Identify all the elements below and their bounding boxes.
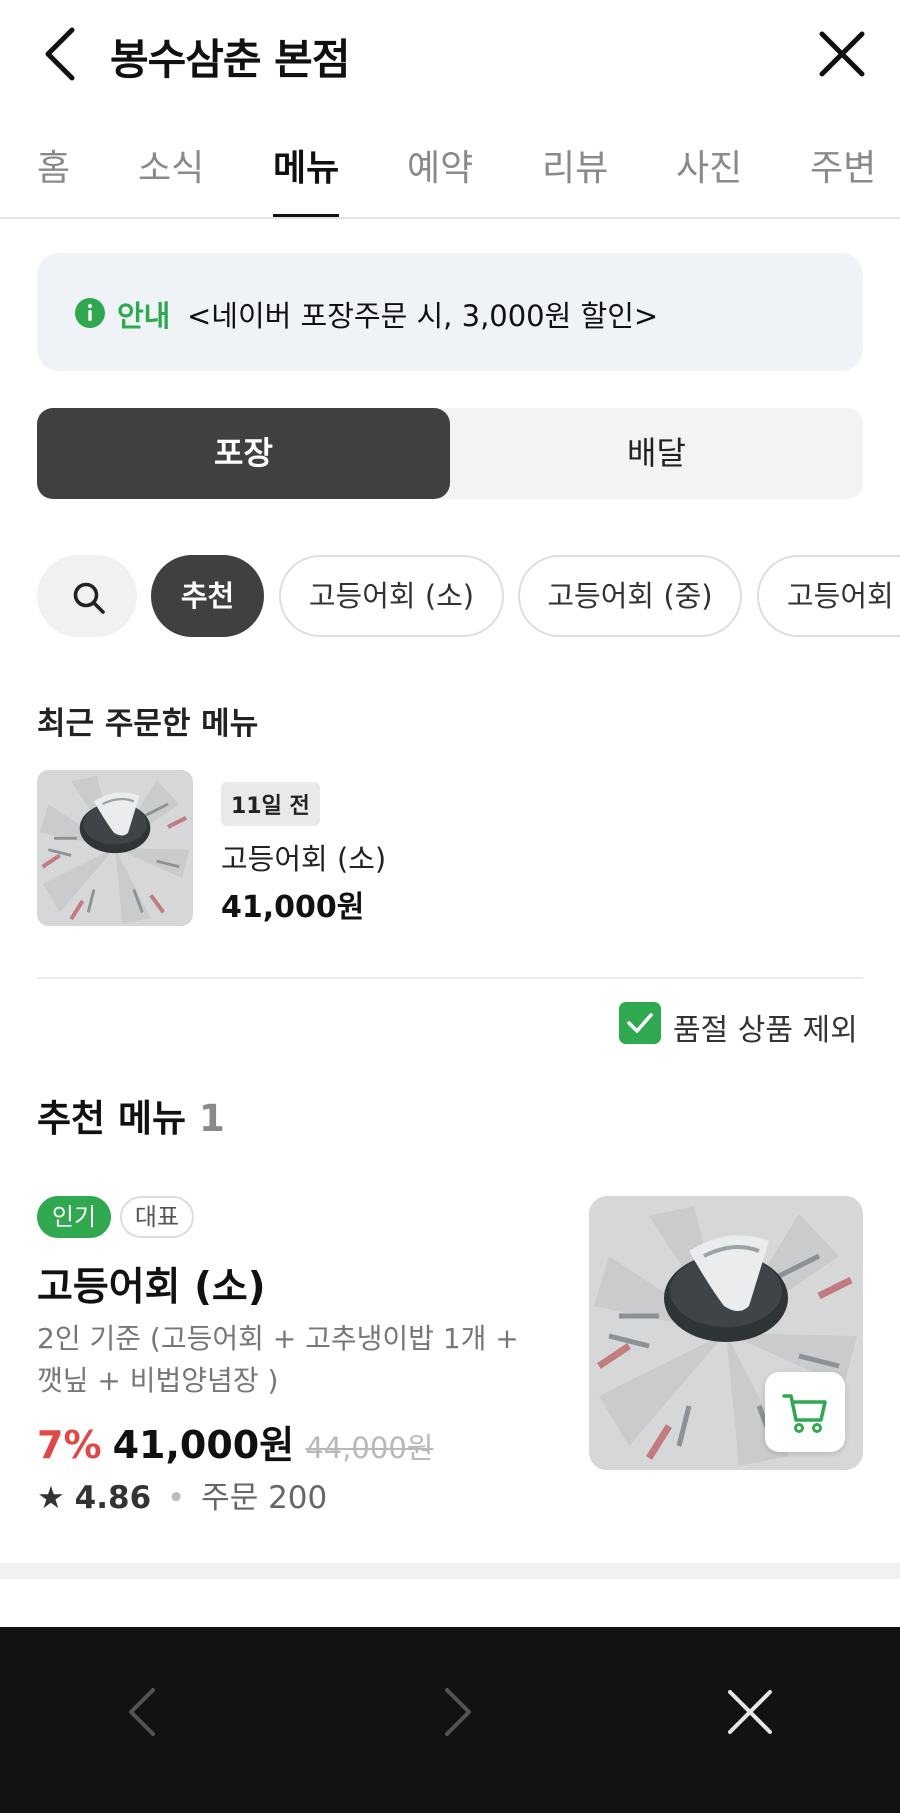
chip-mackerel-medium[interactable]: 고등어회 (중) <box>518 555 742 637</box>
tab-review[interactable]: 리뷰 <box>542 139 608 191</box>
exclude-soldout-checkbox[interactable] <box>619 1002 661 1044</box>
sale-price: 41,000원 <box>112 1423 295 1467</box>
recommended-section-title: 추천 메뉴 1 <box>37 1088 225 1142</box>
tab-home[interactable]: 홈 <box>37 139 70 191</box>
exclude-soldout-toggle[interactable]: 품절 상품 제외 <box>619 1002 863 1048</box>
menu-item-rating: ★ 4.86 • 주문 200 <box>37 1472 327 1517</box>
chip-mackerel[interactable]: 고등어회 <box>757 555 900 637</box>
section-separator <box>0 1563 900 1579</box>
menu-item-image[interactable] <box>589 1196 863 1470</box>
page-title: 봉수삼춘 본점 <box>110 35 350 84</box>
rating-score: 4.86 <box>74 1480 152 1516</box>
category-chips: 추천 고등어회 (소) 고등어회 (중) 고등어회 <box>37 555 900 637</box>
cart-icon <box>782 1394 827 1433</box>
browser-close-icon[interactable] <box>720 1682 780 1742</box>
days-ago-badge: 11일 전 <box>221 782 320 826</box>
recent-menu-image <box>37 770 193 926</box>
order-type-toggle: 포장 배달 <box>37 408 863 499</box>
browser-forward-icon[interactable] <box>425 1682 485 1742</box>
recent-section-title: 최근 주문한 메뉴 <box>37 706 259 742</box>
discount-rate: 7% <box>37 1423 102 1467</box>
back-icon[interactable] <box>38 24 88 84</box>
menu-item-card[interactable]: 인기 대표 고등어회 (소) 2인 기준 (고등어회 + 고추냉이밥 1개 + … <box>37 1196 863 1516</box>
delivery-button[interactable]: 배달 <box>450 408 863 499</box>
popular-tag: 인기 <box>37 1196 111 1238</box>
check-icon <box>627 1013 653 1033</box>
add-to-cart-button[interactable] <box>765 1372 845 1452</box>
menu-item-price-line: 7% 41,000원 44,000원 <box>37 1414 433 1469</box>
exclude-soldout-label: 품절 상품 제외 <box>673 1013 858 1048</box>
original-price: 44,000원 <box>305 1431 434 1465</box>
app-header: 봉수삼춘 본점 <box>0 0 900 110</box>
search-icon <box>73 582 105 614</box>
recent-order-item[interactable]: 11일 전 고등어회 (소) 41,000원 <box>37 770 863 926</box>
tab-bar: 홈 소식 메뉴 예약 리뷰 사진 주변 <box>0 125 900 219</box>
recommended-title-text: 추천 메뉴 <box>37 1097 187 1140</box>
tab-news[interactable]: 소식 <box>138 139 204 191</box>
browser-back-icon[interactable] <box>115 1682 175 1742</box>
tab-nearby[interactable]: 주변 <box>810 139 876 191</box>
notice-label: 안내 <box>117 299 171 333</box>
info-icon <box>75 298 105 328</box>
recent-menu-price: 41,000원 <box>221 890 365 925</box>
section-divider <box>37 977 863 979</box>
close-icon[interactable] <box>818 30 866 78</box>
active-tab-indicator <box>273 214 339 217</box>
chip-mackerel-small[interactable]: 고등어회 (소) <box>279 555 504 637</box>
menu-item-name: 고등어회 (소) <box>37 1265 266 1310</box>
menu-search-button[interactable] <box>37 555 137 637</box>
tab-photo[interactable]: 사진 <box>676 139 742 191</box>
browser-bottom-bar <box>0 1627 900 1813</box>
tab-reservation[interactable]: 예약 <box>407 139 473 191</box>
menu-item-description: 2인 기준 (고등어회 + 고추냉이밥 1개 + 깻닢 + 비법양념장 ) <box>37 1322 519 1397</box>
notice-text: <네이버 포장주문 시, 3,000원 할인> <box>187 299 659 333</box>
order-count: 주문 200 <box>201 1480 328 1516</box>
tab-menu[interactable]: 메뉴 <box>273 139 339 191</box>
recommended-count: 1 <box>198 1097 225 1140</box>
notice-banner[interactable]: 안내 <네이버 포장주문 시, 3,000원 할인> <box>37 253 863 371</box>
chip-recommended[interactable]: 추천 <box>151 555 264 637</box>
representative-tag: 대표 <box>120 1196 194 1238</box>
recent-menu-name: 고등어회 (소) <box>221 842 387 876</box>
star-icon: ★ <box>37 1480 65 1516</box>
takeout-button[interactable]: 포장 <box>37 408 450 499</box>
separator-dot: • <box>167 1480 186 1516</box>
